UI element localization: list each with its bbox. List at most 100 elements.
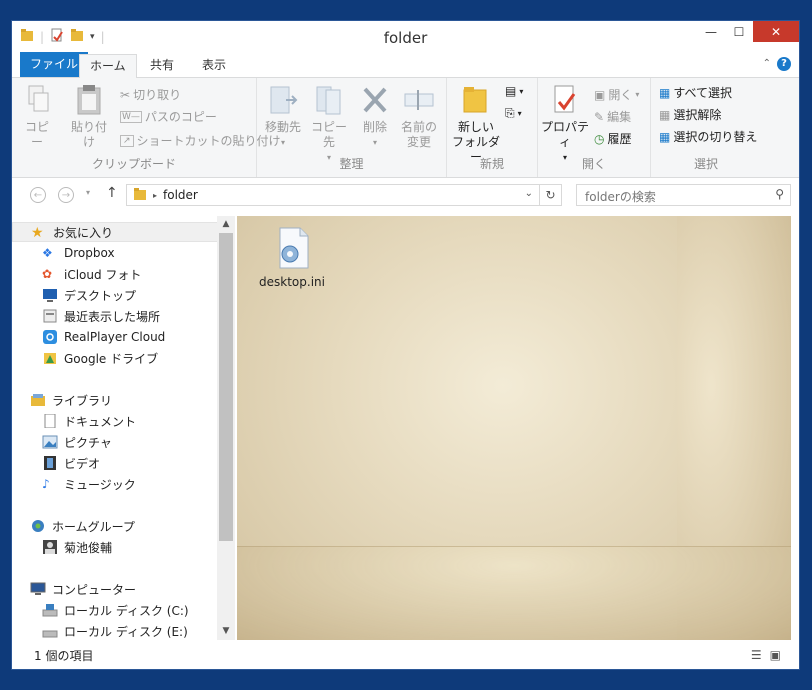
forward-button[interactable]: →: [58, 187, 74, 203]
scroll-up-icon[interactable]: ▲: [217, 216, 235, 233]
move-to-button[interactable]: 移動先 ▾: [263, 84, 303, 150]
address-field[interactable]: ▸ folder ⌄: [126, 184, 540, 206]
invert-selection-button[interactable]: ▦ 選択の切り替え: [659, 128, 757, 145]
copy-to-icon: [316, 86, 341, 115]
tab-share[interactable]: 共有: [140, 54, 184, 77]
nav-documents[interactable]: ドキュメント: [12, 411, 218, 431]
nav-scrollbar[interactable]: ▲ ▼: [217, 216, 235, 640]
close-button[interactable]: ✕: [753, 21, 799, 42]
google-drive-icon: [42, 351, 58, 365]
new-item-button[interactable]: ▤ ▾: [505, 84, 523, 98]
details-view-icon[interactable]: ☰: [751, 648, 762, 662]
up-button[interactable]: ↑: [106, 185, 118, 201]
tab-home[interactable]: ホーム: [79, 54, 137, 79]
clipboard-icon: [77, 85, 101, 115]
settings-file-icon: [272, 227, 312, 273]
search-placeholder: folderの検索: [585, 190, 656, 204]
nav-gdrive[interactable]: Google ドライブ: [12, 348, 218, 368]
address-bar-row: ← → ▾ ↑ ▸ folder ⌄ ↻ folderの検索 ⚲: [12, 178, 799, 214]
file-view[interactable]: desktop.ini: [237, 216, 791, 640]
file-name: desktop.ini: [259, 275, 325, 289]
nav-libraries[interactable]: ライブラリ: [12, 390, 218, 410]
nav-favorites[interactable]: ★ お気に入り: [12, 222, 218, 242]
ribbon-tabs: ファイル ホーム 共有 表示: [12, 52, 799, 79]
paste-button[interactable]: 貼り付け: [66, 84, 112, 150]
nav-dropbox[interactable]: ❖ Dropbox: [12, 243, 218, 263]
maximize-button[interactable]: ☐: [725, 21, 753, 42]
pictures-icon: [42, 435, 58, 449]
select-group-label: 選択: [693, 157, 718, 171]
copy-to-button[interactable]: コピー先 ▾: [309, 84, 349, 165]
new-folder-button[interactable]: 新しい フォルダー: [451, 84, 501, 165]
drive-icon: [42, 603, 58, 617]
nav-homegroup[interactable]: ホームグループ: [12, 516, 218, 536]
easy-access-button[interactable]: ⎘ ▾: [505, 106, 522, 121]
explorer-window: | ▾ | folder — ☐ ✕ ファイル ホーム 共有 表示 ⌃ ? コピ…: [11, 20, 800, 670]
icloud-photos-icon: ✿: [42, 267, 53, 281]
clipboard-group: コピー 貼り付け ✂ 切り取り W— パスのコピー ↗ ショートカットの貼り付け クリ…: [12, 78, 281, 177]
search-input[interactable]: folderの検索 ⚲: [576, 184, 791, 206]
back-button[interactable]: ←: [30, 187, 46, 203]
refresh-button[interactable]: ↻: [540, 184, 562, 206]
rename-button[interactable]: 名前の 変更: [399, 84, 439, 150]
item-count: 1 個の項目: [34, 649, 94, 663]
select-all-icon: ▦: [659, 85, 671, 100]
breadcrumb-folder[interactable]: folder: [163, 188, 198, 202]
library-icon: [30, 393, 46, 407]
cut-button[interactable]: ✂ 切り取り: [120, 86, 181, 103]
new-item-icon: ▤: [505, 84, 517, 98]
organize-group: 移動先 ▾ コピー先 ▾ 削除 ▾ 名前の 変更 整理: [257, 78, 447, 177]
copy-button[interactable]: コピー: [22, 84, 52, 150]
nav-disk-c[interactable]: ローカル ディスク (C:): [12, 600, 218, 620]
large-icons-view-icon[interactable]: ▣: [770, 648, 781, 662]
computer-icon: [30, 582, 46, 596]
delete-icon: [363, 87, 387, 113]
recent-locations-icon[interactable]: ▾: [86, 188, 90, 197]
new-group-label: 新規: [479, 157, 504, 171]
nav-desktop[interactable]: デスクトップ: [12, 285, 218, 305]
ribbon: コピー 貼り付け ✂ 切り取り W— パスのコピー ↗ ショートカットの貼り付け クリ…: [12, 78, 799, 178]
tab-view[interactable]: 表示: [192, 54, 236, 77]
file-item[interactable]: desktop.ini: [257, 226, 327, 289]
nav-music[interactable]: ♪ ミュージック: [12, 474, 218, 494]
rename-icon: [404, 90, 434, 110]
video-icon: [42, 456, 58, 470]
search-icon: ⚲: [775, 187, 784, 201]
clipboard-group-label: クリップボード: [91, 157, 176, 171]
address-dropdown-icon[interactable]: ⌄: [525, 188, 533, 199]
scroll-thumb[interactable]: [219, 233, 233, 541]
nav-computer[interactable]: コンピューター: [12, 579, 218, 599]
nav-videos[interactable]: ビデオ: [12, 453, 218, 473]
open-button[interactable]: ▣ 開く ▾: [594, 86, 639, 103]
select-group: ▦ すべて選択 ▦ 選択解除 ▦ 選択の切り替え 選択: [651, 78, 761, 177]
navigation-pane: ★ お気に入り ❖ Dropbox ✿ iCloud フォト デスクトップ 最近…: [12, 216, 235, 640]
nav-pictures[interactable]: ピクチャ: [12, 432, 218, 452]
history-button[interactable]: ◷ 履歴: [594, 130, 632, 147]
select-none-button[interactable]: ▦ 選択解除: [659, 106, 721, 123]
nav-recent[interactable]: 最近表示した場所: [12, 306, 218, 326]
open-group: プロパティ ▾ ▣ 開く ▾ ✎ 編集 ◷ 履歴 開く: [538, 78, 651, 177]
nav-user[interactable]: 菊池俊輔: [12, 537, 218, 557]
delete-button[interactable]: 削除 ▾: [359, 84, 391, 150]
homegroup-icon: [30, 519, 46, 533]
breadcrumb-chevron-icon[interactable]: ▸: [153, 191, 157, 200]
select-all-button[interactable]: ▦ すべて選択: [659, 84, 732, 101]
nav-icloud[interactable]: ✿ iCloud フォト: [12, 264, 218, 284]
nav-realplayer[interactable]: RealPlayer Cloud: [12, 327, 218, 347]
title-bar: | ▾ | folder — ☐ ✕: [12, 21, 799, 52]
scroll-down-icon[interactable]: ▼: [217, 623, 235, 640]
organize-group-label: 整理: [339, 157, 364, 171]
scissors-icon: ✂: [120, 87, 131, 102]
music-icon: ♪: [42, 477, 50, 491]
minimize-button[interactable]: —: [697, 21, 725, 42]
properties-button[interactable]: プロパティ ▾: [540, 84, 590, 165]
tab-file[interactable]: ファイル: [20, 52, 89, 77]
path-icon: W—: [120, 110, 142, 123]
nav-disk-e[interactable]: ローカル ディスク (E:): [12, 621, 218, 640]
collapse-ribbon-icon[interactable]: ⌃: [763, 58, 771, 69]
document-icon: [42, 413, 58, 429]
dropbox-icon: ❖: [42, 246, 53, 260]
edit-button[interactable]: ✎ 編集: [594, 108, 631, 125]
copy-path-button[interactable]: W— パスのコピー: [120, 108, 217, 125]
help-icon[interactable]: ?: [777, 57, 791, 71]
